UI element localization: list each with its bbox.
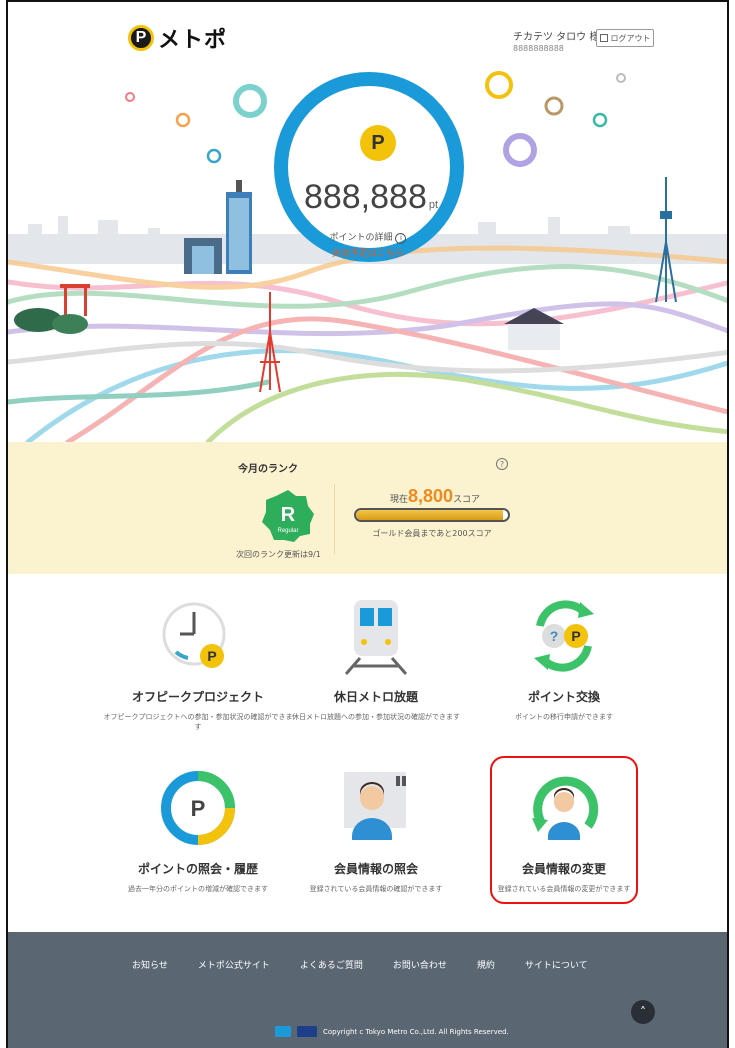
footer-link[interactable]: サイトについて [525,958,588,971]
logo-p-icon: P [128,25,154,51]
rank-next-note: ゴールド会員まであと200スコア [372,529,492,538]
menu-label: ポイントの照会・履歴 [137,862,258,876]
footer-link[interactable]: お知らせ [132,958,168,971]
points-total: 888,888 pt [286,178,456,217]
score-unit: スコア [453,495,481,505]
logo-text: メトポ [158,28,228,53]
hero-section: P 888,888 pt ポイントの詳細 i 失効予定はこちら [8,2,727,442]
rank-divider [334,484,335,554]
menu-desc: 過去一年分のポイントの増減が確認できます [128,885,268,893]
point-coin-icon: P [360,125,396,161]
logout-button[interactable]: ログアウト [596,29,654,47]
footer-link[interactable]: お問い合わせ [393,958,447,971]
rank-badge-letter: R [281,504,296,526]
points-expire-link[interactable]: 失効予定はこちら [308,246,428,259]
menu-label: 会員情報の照会 [333,862,418,876]
company-logo-icon [297,1026,317,1037]
points-unit: pt [428,199,439,211]
footer-link[interactable]: メトポ公式サイト [198,958,270,971]
page-frame: P 888,888 pt ポイントの詳細 i 失効予定はこちら P メトポ チカテ… [6,0,729,1048]
score-value: 8,800 [407,486,454,506]
user-id: 8888888888 [513,44,564,53]
menu-desc: ポイントの移行申請ができます [515,713,613,721]
train-icon [336,596,416,676]
menu-desc: オフピークプロジェクトへの参加・参加状況の確認ができます [103,713,293,731]
rank-badge: R Regular [260,488,316,548]
point-history-icon: P [158,768,238,848]
copyright: Copyright c Tokyo Metro Co.,Ltd. All Rig… [275,1026,509,1037]
app-logo[interactable]: P メトポ [128,22,227,54]
rank-badge-word: Regular [277,528,298,534]
info-icon: i [395,233,407,244]
menu-offpeak[interactable]: P オフピークプロジェクト オフピークプロジェクトへの参加・参加状況の確認ができ… [98,596,298,733]
logout-icon [599,34,608,42]
svg-text:P: P [191,796,206,821]
menu-label: 休日メトロ放題 [333,690,418,704]
points-detail-link[interactable]: ポイントの詳細 i [308,230,428,244]
copyright-text: Copyright c Tokyo Metro Co.,Ltd. All Rig… [323,1027,509,1036]
menu-point-history[interactable]: P ポイントの照会・履歴 過去一年分のポイントの増減が確認できます [98,768,298,895]
svg-text:P: P [571,628,580,644]
rank-progress-fill [356,510,504,520]
score-prefix: 現在 [389,495,408,505]
menu-holiday-metro[interactable]: 休日メトロ放題 休日メトロ放題への参加・参加状況の確認ができます [276,596,476,723]
menu-desc: 登録されている会員情報の確認ができます [309,885,443,893]
menu-label: オフピークプロジェクト [131,690,264,704]
rank-update-note: 次回のランク更新は9/1 [236,550,321,559]
highlight-outline [490,756,638,904]
svg-text:?: ? [550,628,559,644]
menu-member-info[interactable]: 会員情報の照会 登録されている会員情報の確認ができます [276,768,476,895]
rank-title: 今月のランク [238,464,298,475]
rank-badge-icon: R Regular [262,490,314,542]
rank-progress-bar [354,508,510,522]
chevron-up-icon[interactable]: ˄ [631,1000,655,1024]
tokyo-metro-logo-icon [275,1026,291,1037]
member-card-icon [336,768,416,848]
footer-link[interactable]: 規約 [477,958,495,971]
menu-label: ポイント交換 [527,690,600,704]
points-value: 888,888 [303,178,427,216]
help-icon[interactable]: ? [496,458,508,470]
user-info: チカテツ タロウ 様 8888888888 [513,28,599,53]
rank-score: 現在8,800スコア [360,486,510,507]
logout-label: ログアウト [610,33,651,43]
footer-link[interactable]: よくあるご質問 [300,958,363,971]
clock-icon: P [158,596,238,676]
points-detail-label: ポイントの詳細 [329,233,393,243]
menu-point-exchange[interactable]: ? P ポイント交換 ポイントの移行申請ができます [464,596,664,723]
exchange-icon: ? P [524,596,604,676]
rank-section: 今月のランク ? R Regular 次回のランク更新は9/1 現在8,800ス… [8,442,727,574]
user-name: チカテツ タロウ 様 [513,32,600,43]
svg-text:P: P [207,648,216,664]
menu-desc: 休日メトロ放題への参加・参加状況の確認ができます [292,713,460,721]
footer-links: お知らせ メトポ公式サイト よくあるご質問 お問い合わせ 規約 サイトについて [132,958,618,971]
